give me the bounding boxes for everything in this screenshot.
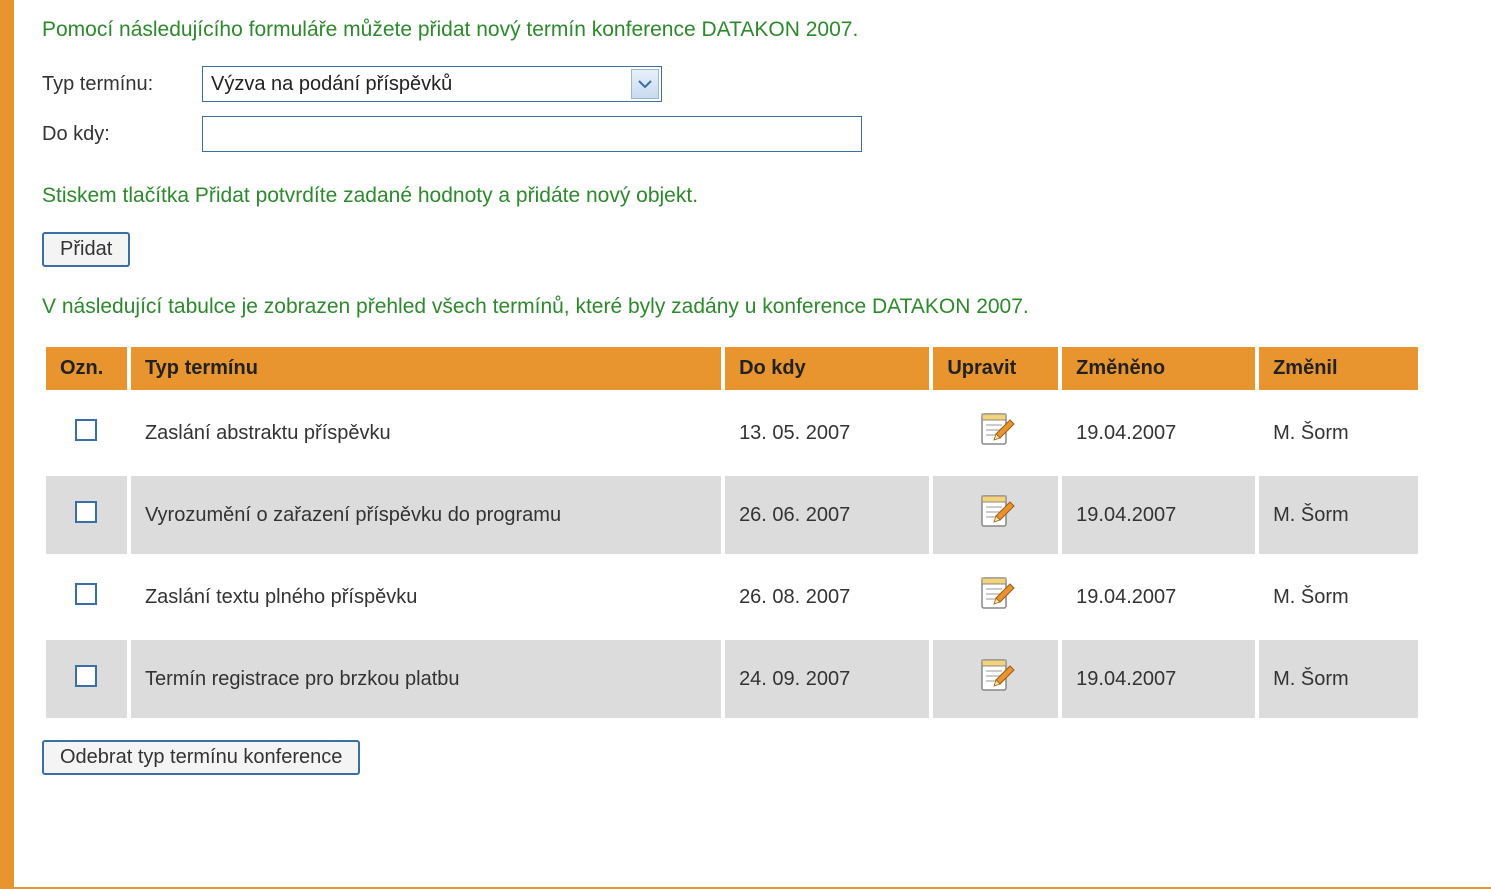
row-type: Vyrozumění o zařazení příspěvku do progr… <box>131 476 721 554</box>
row-changed-by: M. Šorm <box>1259 476 1418 554</box>
header-edit: Upravit <box>933 347 1058 390</box>
row-until: 26. 08. 2007 <box>725 558 929 636</box>
header-changed: Změněno <box>1062 347 1255 390</box>
header-changed-by: Změnil <box>1259 347 1418 390</box>
form-row-type: Typ termínu: <box>42 66 1463 102</box>
header-type: Typ termínu <box>131 347 721 390</box>
row-changed: 19.04.2007 <box>1062 476 1255 554</box>
row-checkbox[interactable] <box>75 501 97 523</box>
type-label: Typ termínu: <box>42 73 202 96</box>
until-label: Do kdy: <box>42 123 202 146</box>
until-input[interactable] <box>202 116 862 152</box>
row-until: 24. 09. 2007 <box>725 640 929 718</box>
table-row: Zaslání textu plného příspěvku 26. 08. 2… <box>46 558 1418 636</box>
row-checkbox[interactable] <box>75 665 97 687</box>
row-changed-by: M. Šorm <box>1259 558 1418 636</box>
row-type: Zaslání textu plného příspěvku <box>131 558 721 636</box>
header-until: Do kdy <box>725 347 929 390</box>
row-type: Termín registrace pro brzkou platbu <box>131 640 721 718</box>
confirm-text: Stiskem tlačítka Přidat potvrdíte zadané… <box>42 184 1463 208</box>
intro-text: Pomocí následujícího formuláře můžete př… <box>42 18 1463 42</box>
remove-button[interactable]: Odebrat typ termínu konference <box>42 740 360 775</box>
type-select[interactable] <box>202 66 662 102</box>
row-changed: 19.04.2007 <box>1062 640 1255 718</box>
row-changed: 19.04.2007 <box>1062 558 1255 636</box>
table-row: Zaslání abstraktu příspěvku 13. 05. 2007… <box>46 394 1418 472</box>
add-button[interactable]: Přidat <box>42 232 130 267</box>
type-select-value[interactable] <box>202 66 662 102</box>
edit-icon[interactable] <box>976 656 1016 702</box>
table-intro-text: V následující tabulce je zobrazen přehle… <box>42 295 1463 319</box>
header-mark: Ozn. <box>46 347 127 390</box>
form-row-until: Do kdy: <box>42 116 1463 152</box>
edit-icon[interactable] <box>976 410 1016 456</box>
table-row: Vyrozumění o zařazení příspěvku do progr… <box>46 476 1418 554</box>
row-until: 13. 05. 2007 <box>725 394 929 472</box>
row-until: 26. 06. 2007 <box>725 476 929 554</box>
row-checkbox[interactable] <box>75 419 97 441</box>
row-checkbox[interactable] <box>75 583 97 605</box>
row-changed-by: M. Šorm <box>1259 640 1418 718</box>
term-table: Ozn. Typ termínu Do kdy Upravit Změněno … <box>42 343 1422 722</box>
row-type: Zaslání abstraktu příspěvku <box>131 394 721 472</box>
table-row: Termín registrace pro brzkou platbu 24. … <box>46 640 1418 718</box>
edit-icon[interactable] <box>976 492 1016 538</box>
row-changed-by: M. Šorm <box>1259 394 1418 472</box>
edit-icon[interactable] <box>976 574 1016 620</box>
row-changed: 19.04.2007 <box>1062 394 1255 472</box>
